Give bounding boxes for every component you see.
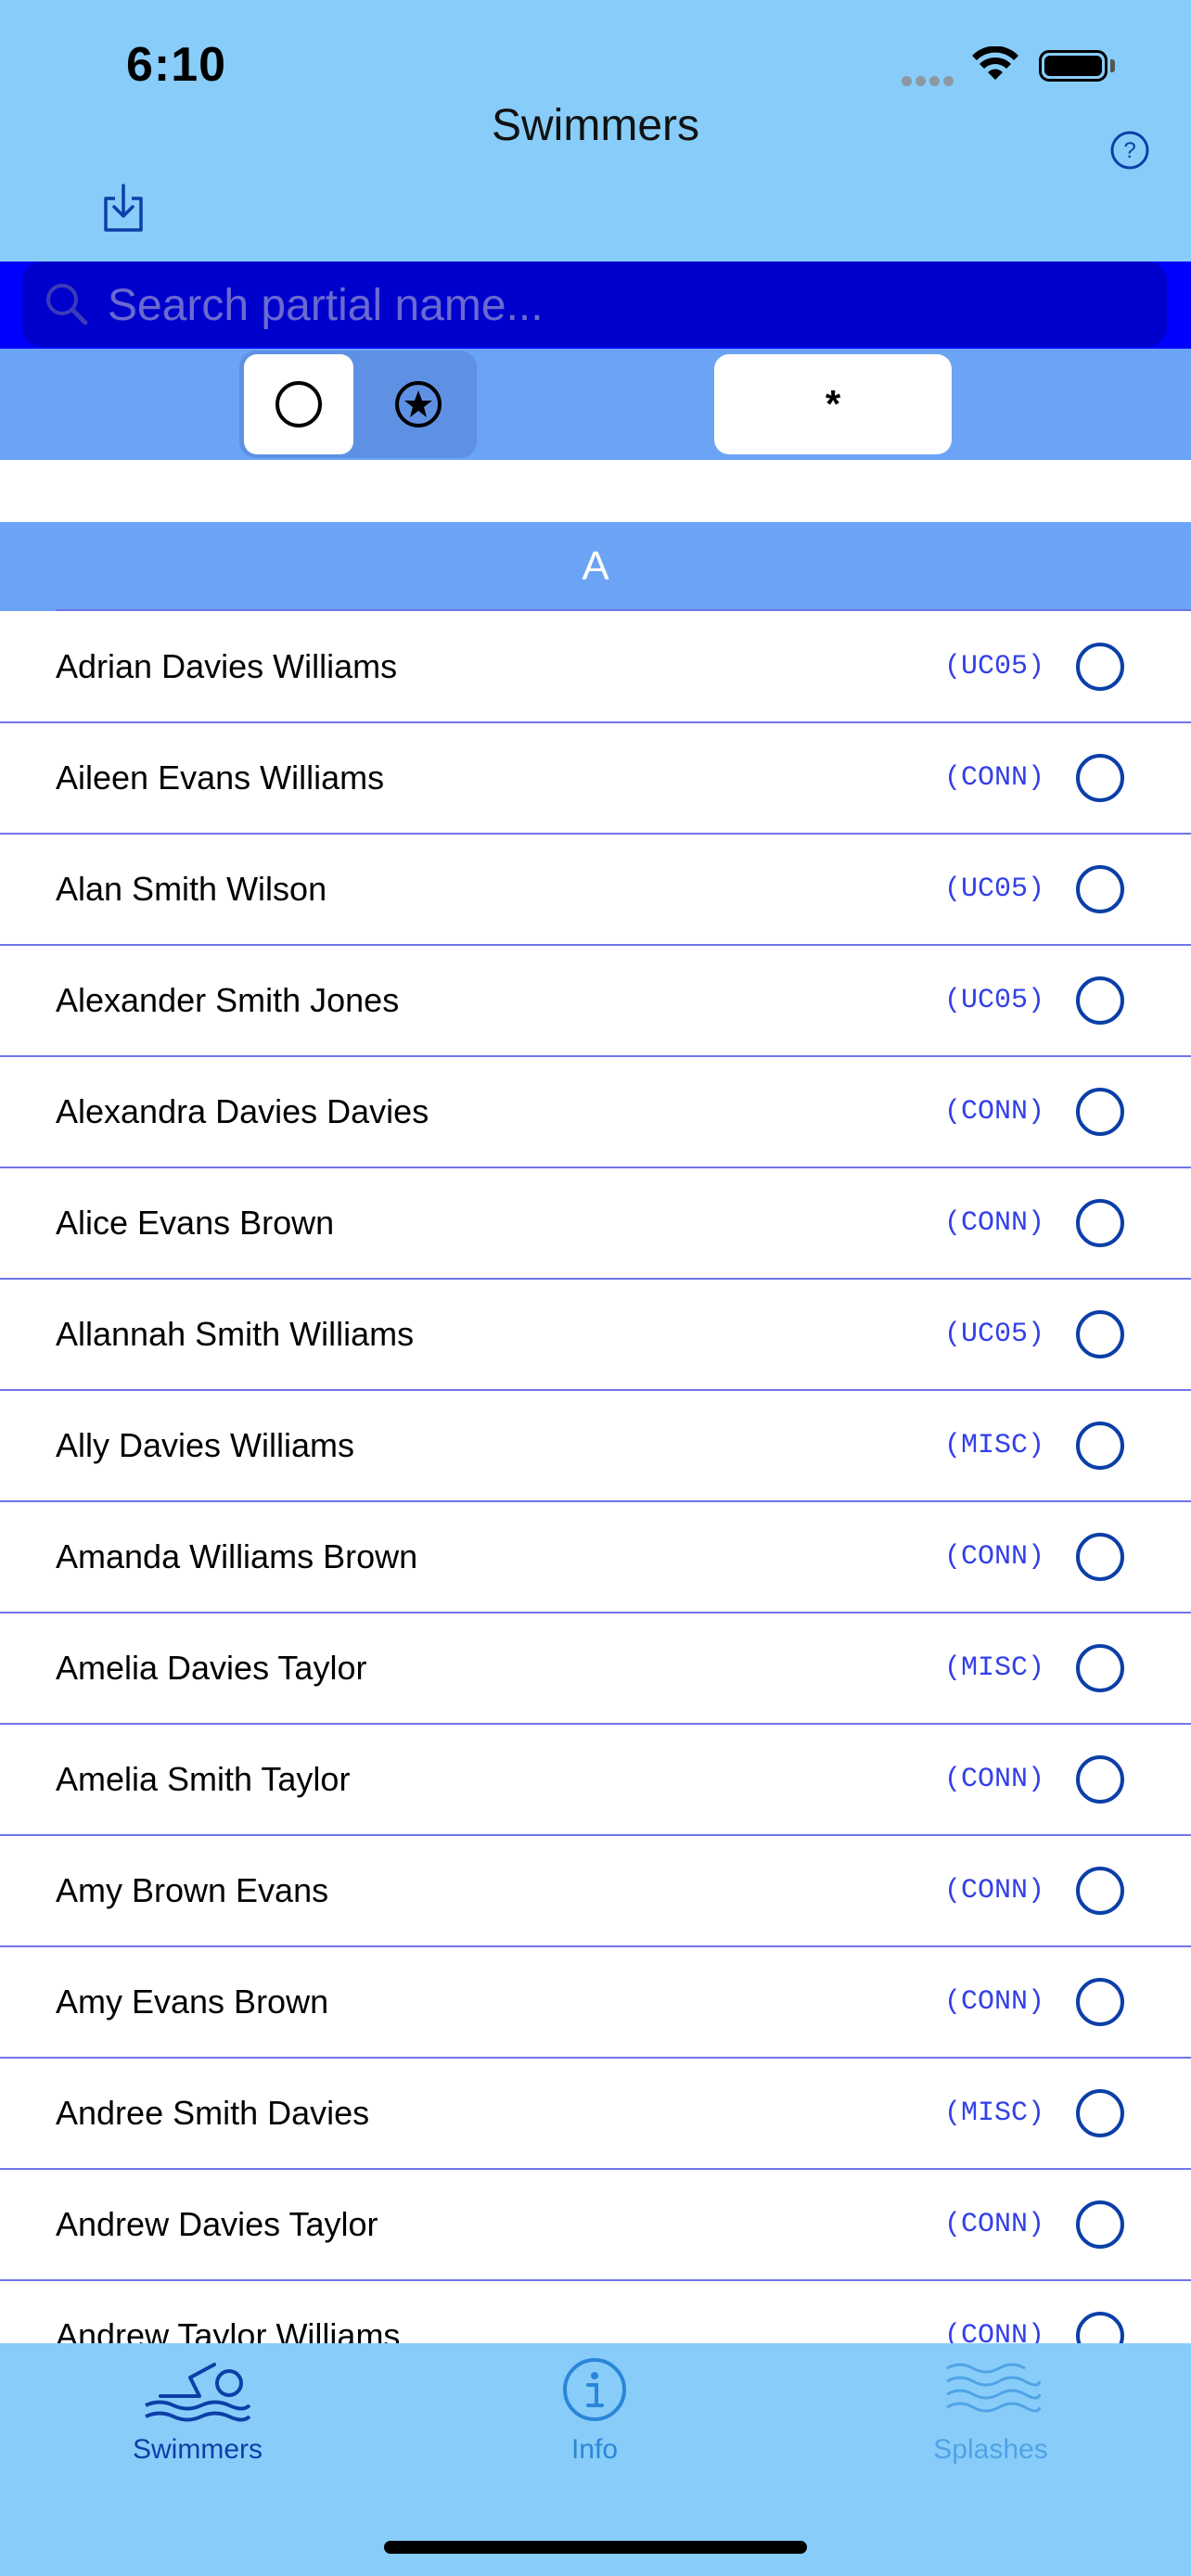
swimmer-name: Andree Smith Davies <box>56 2094 370 2132</box>
favorites-segment[interactable] <box>364 354 473 454</box>
swimmer-club: (CONN) <box>943 2320 1044 2343</box>
swimmer-row[interactable]: Amy Evans Brown (CONN) <box>0 1946 1191 2059</box>
swimmer-row[interactable]: Alice Evans Brown (CONN) <box>0 1167 1191 1280</box>
swimmer-club: (CONN) <box>943 1541 1044 1573</box>
swimmer-row[interactable]: Alan Smith Wilson (UC05) <box>0 834 1191 946</box>
swimmer-name: Alice Evans Brown <box>56 1204 335 1242</box>
swimmer-club: (UC05) <box>943 651 1044 682</box>
swimmer-name: Alexandra Davies Davies <box>56 1092 429 1130</box>
search-input[interactable] <box>106 271 1130 339</box>
favorite-toggle-icon[interactable] <box>1076 2089 1124 2137</box>
filter-bar <box>0 349 1191 460</box>
swimmer-row[interactable]: Adrian Davies Williams (UC05) <box>0 611 1191 723</box>
swimmer-club: (CONN) <box>943 1764 1044 1795</box>
swimmer-club: (MISC) <box>943 1652 1044 1684</box>
favorite-toggle-icon[interactable] <box>1076 1310 1124 1358</box>
swimmer-row[interactable]: Andree Smith Davies (MISC) <box>0 2058 1191 2170</box>
swimmer-club: (CONN) <box>943 1207 1044 1239</box>
help-icon[interactable]: ? <box>1109 130 1150 171</box>
swimmer-name: Amy Brown Evans <box>56 1871 329 1909</box>
swimmer-icon <box>145 2363 251 2422</box>
circle-icon <box>275 381 322 427</box>
download-icon[interactable] <box>100 182 147 234</box>
swimmer-row[interactable]: Allannah Smith Williams (UC05) <box>0 1279 1191 1391</box>
swimmer-row[interactable]: Amelia Davies Taylor (MISC) <box>0 1613 1191 1725</box>
tab-info[interactable]: Info <box>455 2355 734 2466</box>
section-header: A <box>0 522 1191 611</box>
tab-splashes[interactable]: Splashes <box>852 2355 1130 2466</box>
tab-info-label: Info <box>570 2434 619 2465</box>
swimmer-row[interactable]: Aileen Evans Williams (CONN) <box>0 722 1191 835</box>
swimmer-club: (CONN) <box>943 762 1044 794</box>
swimmer-club: (UC05) <box>943 1319 1044 1350</box>
tab-splashes-label: Splashes <box>933 2434 1048 2465</box>
swimmer-name: Allannah Smith Williams <box>56 1315 415 1353</box>
swimmer-club: (MISC) <box>943 2098 1044 2129</box>
wifi-icon <box>972 46 1018 80</box>
swimmer-name: Andrew Taylor Williams <box>56 2316 401 2343</box>
swimmer-club: (CONN) <box>943 2209 1044 2240</box>
swimmer-row[interactable]: Ally Davies Williams (MISC) <box>0 1390 1191 1502</box>
group-filter-button[interactable]: * <box>714 354 952 454</box>
swimmer-row[interactable]: Amy Brown Evans (CONN) <box>0 1835 1191 1947</box>
favorite-toggle-icon[interactable] <box>1076 1755 1124 1804</box>
swimmer-name: Alan Smith Wilson <box>56 870 327 908</box>
home-indicator <box>384 2541 807 2554</box>
search-icon <box>46 284 88 325</box>
waves-icon <box>946 2363 1042 2413</box>
status-time: 6:10 <box>126 38 227 92</box>
battery-tip <box>1110 59 1115 72</box>
swimmer-row[interactable]: Andrew Taylor Williams (CONN) <box>0 2280 1191 2343</box>
swimmer-club: (MISC) <box>943 1430 1044 1461</box>
favorite-toggle-icon[interactable] <box>1076 754 1124 802</box>
favorite-toggle-icon[interactable] <box>1076 1867 1124 1915</box>
swimmer-list[interactable]: Adrian Davies Williams (UC05) Aileen Evans… <box>0 611 1191 2343</box>
swimmer-row[interactable]: Alexander Smith Jones (UC05) <box>0 945 1191 1057</box>
swimmer-club: (CONN) <box>943 1986 1044 2018</box>
all-swimmers-segment[interactable] <box>244 354 353 454</box>
swimmer-row[interactable]: Amelia Smith Taylor (CONN) <box>0 1724 1191 1836</box>
swimmer-club: (CONN) <box>943 1875 1044 1906</box>
favorite-toggle-icon[interactable] <box>1076 1422 1124 1470</box>
cellular-signal-icon <box>902 74 957 91</box>
favorite-toggle-icon[interactable] <box>1076 976 1124 1025</box>
swimmer-name: Amelia Smith Taylor <box>56 1760 351 1798</box>
favorite-toggle-icon[interactable] <box>1076 1644 1124 1692</box>
swimmer-name: Andrew Davies Taylor <box>56 2205 378 2243</box>
swimmer-club: (UC05) <box>943 874 1044 905</box>
tab-swimmers-label: Swimmers <box>133 2434 263 2465</box>
star-circle-icon <box>395 381 442 427</box>
svg-text:?: ? <box>1123 138 1135 163</box>
swimmer-name: Adrian Davies Williams <box>56 647 398 685</box>
swimmer-club: (CONN) <box>943 1096 1044 1128</box>
favorite-toggle-icon[interactable] <box>1076 865 1124 913</box>
swimmer-name: Ally Davies Williams <box>56 1426 355 1464</box>
page-title: Swimmers <box>492 101 699 150</box>
swimmer-name: Amelia Davies Taylor <box>56 1649 367 1687</box>
info-icon <box>563 2358 626 2421</box>
favorite-toggle-icon[interactable] <box>1076 2200 1124 2249</box>
swimmer-name: Alexander Smith Jones <box>56 981 400 1019</box>
swimmer-row[interactable]: Andrew Davies Taylor (CONN) <box>0 2169 1191 2281</box>
swimmer-name: Amy Evans Brown <box>56 1983 329 2021</box>
favorite-toggle-icon[interactable] <box>1076 1199 1124 1247</box>
favorite-toggle-icon[interactable] <box>1076 1088 1124 1136</box>
favorite-toggle-icon[interactable] <box>1076 643 1124 691</box>
swimmer-club: (UC05) <box>943 985 1044 1016</box>
swimmer-row[interactable]: Amanda Williams Brown (CONN) <box>0 1501 1191 1613</box>
favorite-toggle-icon[interactable] <box>1076 2312 1124 2343</box>
favorite-toggle-icon[interactable] <box>1076 1978 1124 2026</box>
battery-icon <box>1039 50 1108 82</box>
favorite-toggle-icon[interactable] <box>1076 1533 1124 1581</box>
swimmer-row[interactable]: Alexandra Davies Davies (CONN) <box>0 1056 1191 1168</box>
swimmer-name: Aileen Evans Williams <box>56 759 385 797</box>
swimmer-name: Amanda Williams Brown <box>56 1537 418 1575</box>
tab-swimmers[interactable]: Swimmers <box>58 2355 337 2466</box>
